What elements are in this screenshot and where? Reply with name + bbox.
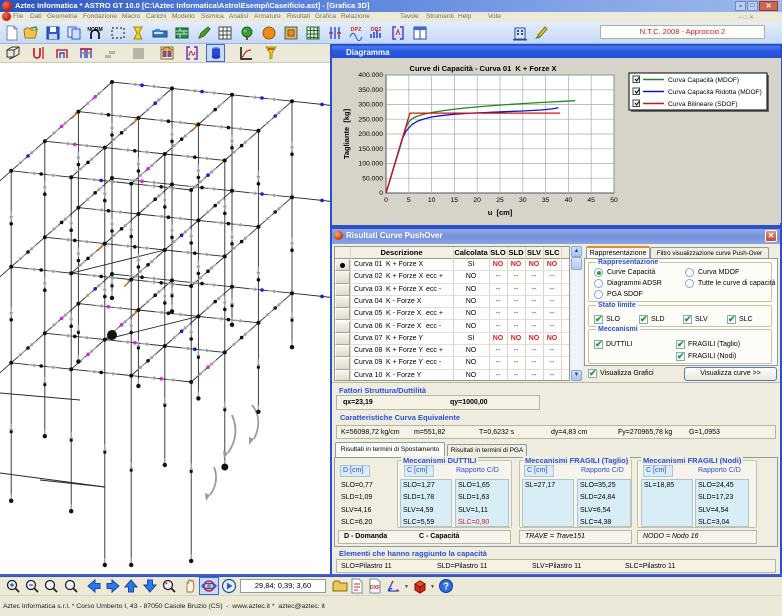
svg-text:400.000: 400.000 (358, 72, 383, 79)
svg-text:50: 50 (610, 197, 618, 204)
svg-text:30: 30 (519, 197, 527, 204)
svg-text:200.000: 200.000 (358, 131, 383, 138)
svg-text:Curva Capacità Ridotta (MDOF): Curva Capacità Ridotta (MDOF) (668, 89, 762, 96)
svg-text:0: 0 (384, 197, 388, 204)
svg-text:Curve di Capacità - Curva 01: Curve di Capacità - Curva 01 K + Forze X (410, 64, 557, 73)
svg-text:300.000: 300.000 (358, 102, 383, 109)
svg-text:150.000: 150.000 (358, 146, 383, 153)
svg-text:Curva Bilineare (SDOF): Curva Bilineare (SDOF) (668, 101, 738, 108)
svg-text:5: 5 (407, 197, 411, 204)
svg-text:0: 0 (379, 190, 383, 197)
svg-text:350.000: 350.000 (358, 87, 383, 94)
svg-text:250.000: 250.000 (358, 117, 383, 124)
svg-text:15: 15 (451, 197, 459, 204)
svg-text:50.000: 50.000 (362, 176, 383, 183)
svg-text:DXF: DXF (370, 585, 380, 591)
svg-text:40: 40 (565, 197, 573, 204)
svg-text:Tagliante [kg]: Tagliante [kg] (342, 108, 351, 159)
svg-text:DPZ: DPZ (351, 27, 363, 33)
svg-text:10: 10 (428, 197, 436, 204)
svg-text:35: 35 (542, 197, 550, 204)
svg-text:Curva Capacità (MDOF): Curva Capacità (MDOF) (668, 77, 739, 84)
svg-text:100.000: 100.000 (358, 161, 383, 168)
svg-text:u [cm]: u [cm] (488, 208, 513, 217)
svg-text:20: 20 (473, 197, 481, 204)
svg-text:45: 45 (587, 197, 595, 204)
svg-text:25: 25 (496, 197, 504, 204)
svg-text:?: ? (443, 582, 449, 593)
